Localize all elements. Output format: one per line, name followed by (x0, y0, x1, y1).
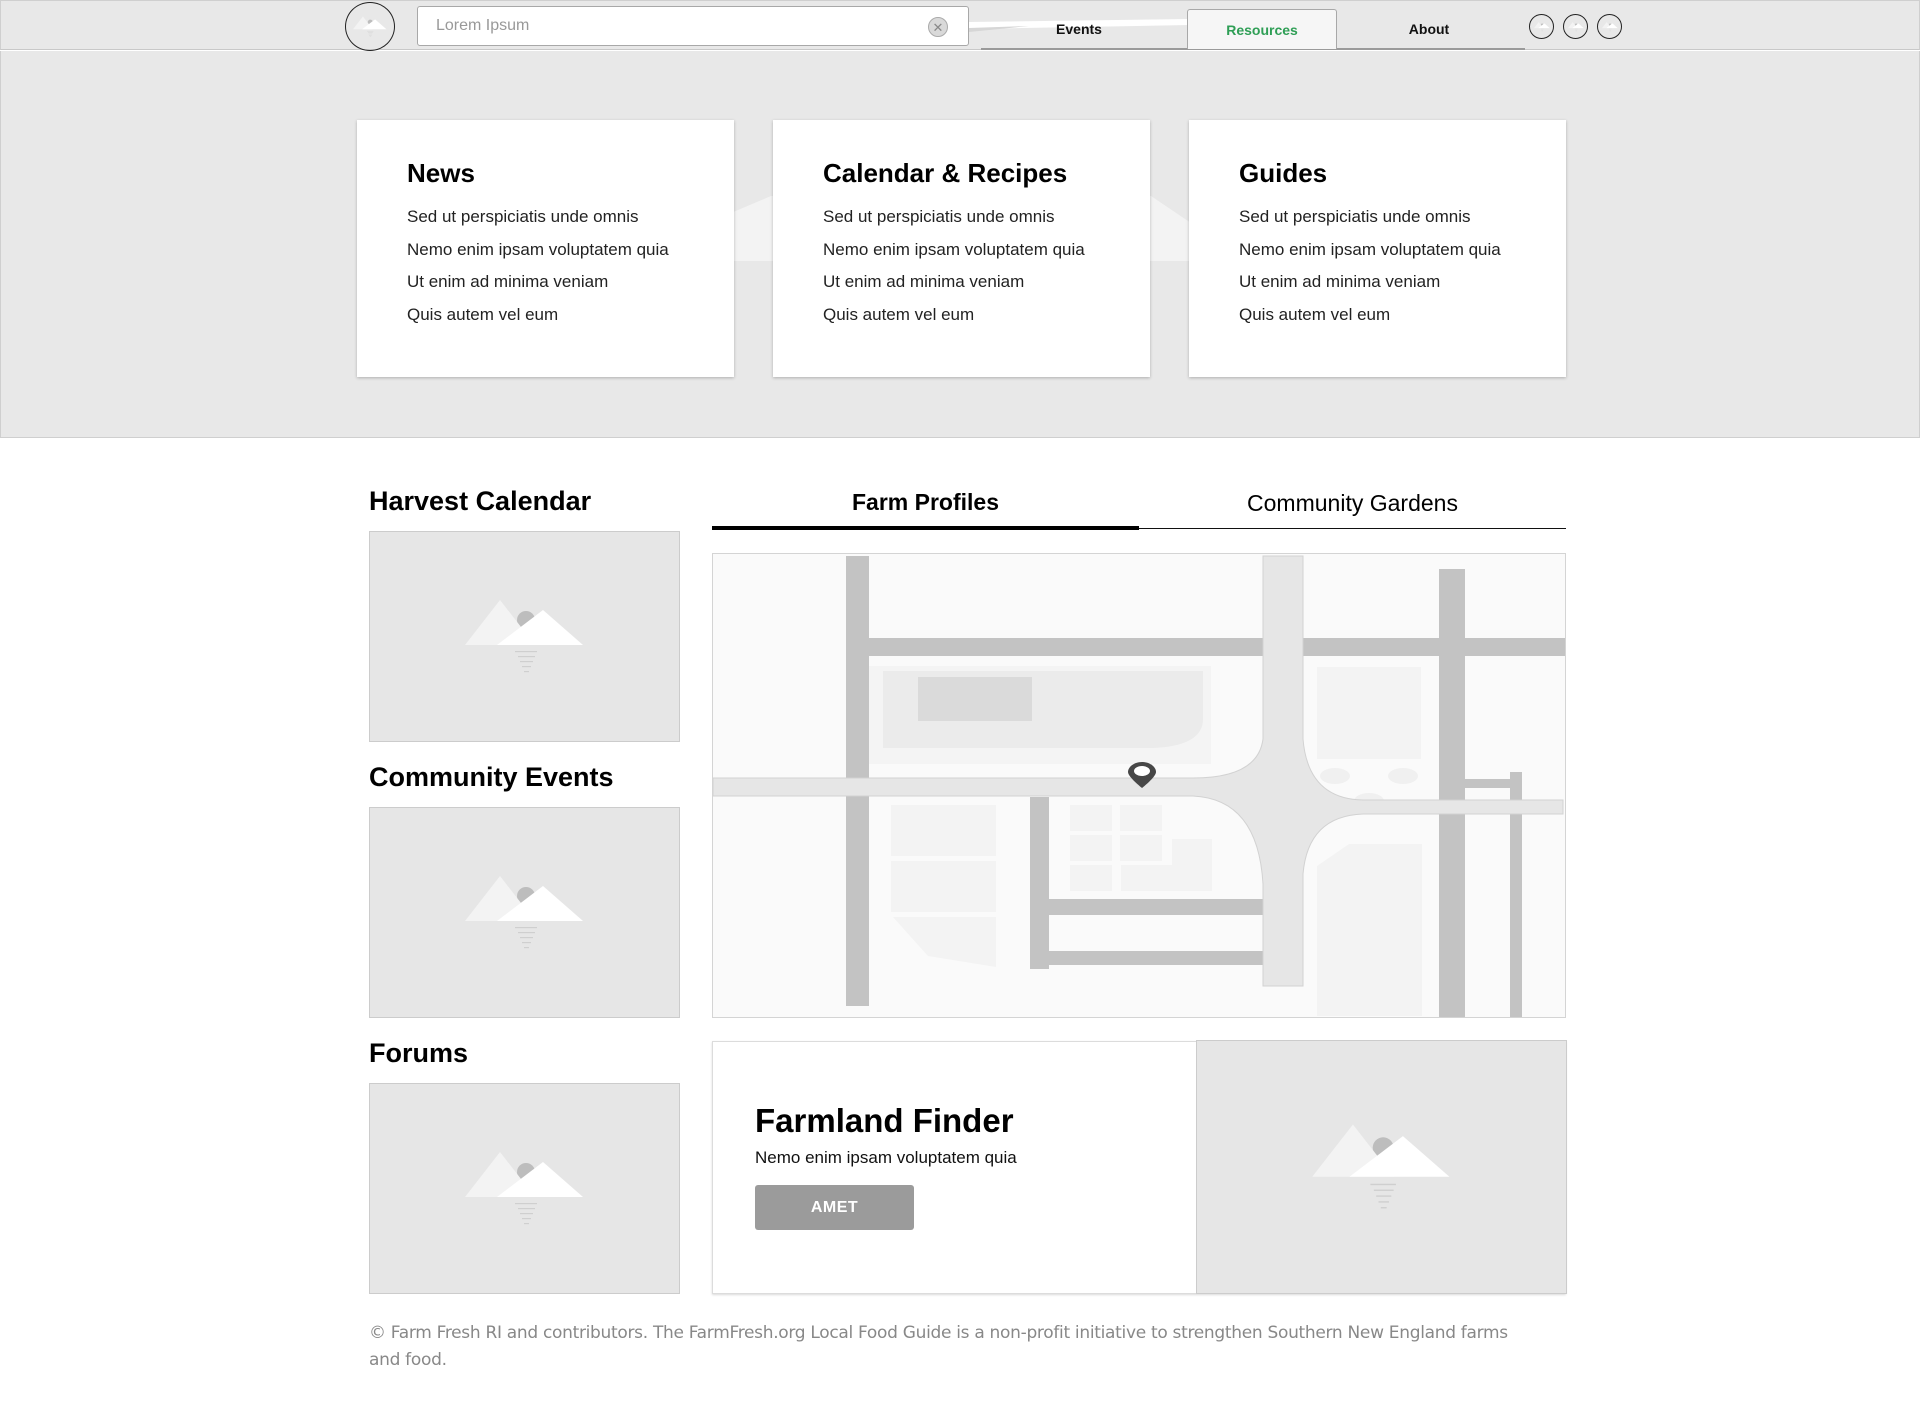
map-street (1465, 779, 1510, 788)
card-link[interactable]: Ut enim ad minima veniam (1239, 266, 1566, 299)
harvest-calendar-heading: Harvest Calendar (369, 486, 592, 516)
card-link-list: Sed ut perspiciatis unde omnis Nemo enim… (823, 201, 1150, 331)
map-block (1120, 835, 1162, 861)
tab-community-gardens[interactable]: Community Gardens (1139, 478, 1566, 529)
image-placeholder-icon (465, 597, 585, 677)
map-street (1049, 899, 1264, 915)
header-icon-button-1[interactable] (1529, 14, 1554, 39)
image-placeholder-icon (353, 15, 387, 39)
image-placeholder-icon (1568, 21, 1584, 33)
map-block (1070, 835, 1112, 861)
map-block (1317, 844, 1422, 1016)
card-link[interactable]: Quis autem vel eum (407, 299, 734, 332)
card-link[interactable]: Nemo enim ipsam voluptatem quia (1239, 234, 1566, 267)
forums-image[interactable] (369, 1083, 680, 1294)
clear-circle-x-icon[interactable]: ✕ (928, 17, 948, 37)
card-title: News (407, 158, 475, 188)
farmland-finder-card: Farmland Finder Nemo enim ipsam voluptat… (712, 1040, 1567, 1294)
tab-farm-profiles[interactable]: Farm Profiles (712, 478, 1139, 530)
forums-heading: Forums (369, 1038, 469, 1068)
header-icon-button-3[interactable] (1597, 14, 1622, 39)
nav-about[interactable]: About (1351, 9, 1507, 49)
map-block (1070, 865, 1112, 891)
map-pin-icon[interactable] (1126, 760, 1158, 792)
map-view[interactable] (712, 553, 1566, 1018)
image-placeholder-icon (1312, 1121, 1452, 1214)
harvest-calendar-image[interactable] (369, 531, 680, 742)
header-icon-button-2[interactable] (1563, 14, 1588, 39)
card-link[interactable]: Ut enim ad minima veniam (407, 266, 734, 299)
card-title: Calendar & Recipes (823, 158, 1068, 188)
site-logo[interactable] (345, 2, 395, 51)
finder-image (1196, 1040, 1567, 1294)
card-link[interactable]: Ut enim ad minima veniam (823, 266, 1150, 299)
map-feature (1388, 768, 1418, 784)
map-feature (1320, 768, 1350, 784)
card-title: Guides (1239, 158, 1328, 188)
image-placeholder-icon (465, 873, 585, 953)
card-link[interactable]: Nemo enim ipsam voluptatem quia (407, 234, 734, 267)
hero-card-news[interactable]: News Sed ut perspiciatis unde omnis Nemo… (357, 120, 734, 377)
card-link-list: Sed ut perspiciatis unde omnis Nemo enim… (1239, 201, 1566, 331)
card-link[interactable]: Sed ut perspiciatis unde omnis (823, 201, 1150, 234)
map-building (918, 677, 1032, 721)
card-link[interactable]: Quis autem vel eum (823, 299, 1150, 332)
image-placeholder-icon (1602, 21, 1618, 33)
hero-card-guides[interactable]: Guides Sed ut perspiciatis unde omnis Ne… (1189, 120, 1566, 377)
hero-card-calendar-recipes[interactable]: Calendar & Recipes Sed ut perspiciatis u… (773, 120, 1150, 377)
card-link[interactable]: Quis autem vel eum (1239, 299, 1566, 332)
amet-button[interactable]: AMET (755, 1185, 914, 1230)
map-block (1070, 805, 1112, 831)
map-block (1317, 667, 1421, 759)
map-street (1049, 951, 1264, 965)
image-placeholder-icon (1534, 21, 1550, 33)
map-block (891, 805, 996, 856)
card-link[interactable]: Sed ut perspiciatis unde omnis (407, 201, 734, 234)
community-events-image[interactable] (369, 807, 680, 1018)
image-placeholder-icon (465, 1149, 585, 1229)
map-block (893, 917, 996, 967)
footer-text: © Farm Fresh RI and contributors. The Fa… (369, 1323, 1508, 1370)
map-street (1439, 569, 1465, 1017)
card-link[interactable]: Sed ut perspiciatis unde omnis (1239, 201, 1566, 234)
nav-events[interactable]: Events (1001, 9, 1157, 49)
card-link-list: Sed ut perspiciatis unde omnis Nemo enim… (407, 201, 734, 331)
search-input[interactable] (418, 7, 968, 45)
finder-title: Farmland Finder (755, 1102, 1014, 1139)
map-tabs: Farm Profiles Community Gardens (712, 478, 1566, 530)
search-box: ✕ (417, 6, 969, 46)
finder-description: Nemo enim ipsam voluptatem quia (755, 1148, 1017, 1167)
hero-section: News Sed ut perspiciatis unde omnis Nemo… (0, 51, 1920, 438)
map-block (1120, 805, 1162, 831)
map-street (1030, 797, 1049, 969)
nav-resources[interactable]: Resources (1187, 9, 1337, 49)
top-navigation-bar: ✕ Events Resources About (0, 0, 1920, 51)
card-link[interactable]: Nemo enim ipsam voluptatem quia (823, 234, 1150, 267)
map-block (891, 861, 996, 912)
community-events-heading: Community Events (369, 762, 614, 792)
